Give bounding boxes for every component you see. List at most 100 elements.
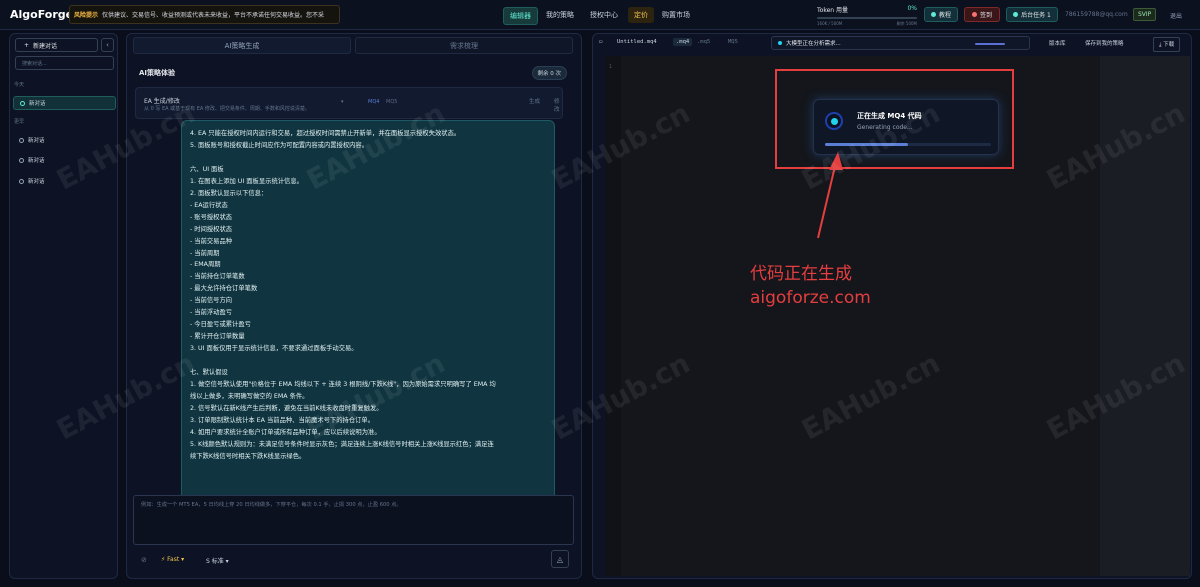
message-line: - EMA周期 <box>190 261 221 269</box>
message-line: 1. 做空信号默认使用"价格位于 EMA 均线以下 + 连续 3 根阴线/下跌K… <box>190 381 496 389</box>
new-chat-label: 新建对话 <box>33 42 58 50</box>
chat-title: 新对话 <box>28 138 45 144</box>
ea-subtitle: 从 0 写 EA 或基于现有 EA 修改、把交易条件、周期、手数和风控说清楚。 <box>144 106 310 112</box>
status-text: 大模型正在分析需求... <box>786 41 841 47</box>
nav-my-strategies[interactable]: 我的策略 <box>540 7 580 23</box>
message-line: 2. 面板默认显示以下信息： <box>190 189 268 197</box>
tab-ai-strategy[interactable]: AI策略生成 <box>133 37 351 54</box>
chat-search-input[interactable]: 搜索对话... <box>15 56 114 70</box>
chat-title: 新对话 <box>28 158 45 164</box>
message-line: - EA运行状态 <box>190 201 228 209</box>
status-progress <box>975 43 1005 45</box>
message-line: - 当前信号方向 <box>190 297 233 305</box>
panel-header: AI策略体验 剩余 0 次 <box>133 64 573 82</box>
message-line: 4. 如用户要求统计全账户订单或所有品种订单，应以后续说明为准。 <box>190 428 381 436</box>
editor-toolbar: ▭ Untitled.mq4 .mq4 .mq5 MQ5 大模型正在分析需求..… <box>593 34 1191 52</box>
panel-title: AI策略体验 <box>139 69 176 77</box>
message-line: - 当前持仓订单笔数 <box>190 273 245 281</box>
token-label: Token 用量 <box>817 7 848 14</box>
logout-link[interactable]: 退出 <box>1170 11 1182 20</box>
file-name[interactable]: Untitled.mq4 <box>617 39 657 45</box>
nav-editor[interactable]: 编辑器 <box>503 7 538 25</box>
sign-in-button[interactable]: 签到 <box>964 7 1000 22</box>
version-button[interactable]: 版本库 <box>1049 39 1066 47</box>
chat-item[interactable]: 新对话 <box>13 153 116 167</box>
tasks-icon <box>1013 12 1019 17</box>
message-line: - 累计开仓订单数量 <box>190 333 245 341</box>
message-line: 六、UI 面板 <box>190 165 224 173</box>
ai-panel: AI策略生成 需求梳理 AI策略体验 剩余 0 次 EA 生成/修改 从 0 写… <box>126 33 582 579</box>
message-line: 2. 信号默认在新K线产生后判断，避免在当前K线未收盘时重复触发。 <box>190 404 383 412</box>
nav-pricing[interactable]: 定价 <box>628 7 654 23</box>
chat-icon <box>20 100 25 106</box>
model-selector[interactable]: ⚡ Fast ▾ <box>161 556 184 563</box>
message-line: - 今日盈亏或累计盈亏 <box>190 321 251 329</box>
group-today: 今天 <box>14 82 25 88</box>
plus-icon: + <box>24 41 30 49</box>
tab-requirements[interactable]: 需求梳理 <box>355 37 573 54</box>
tutorial-label: 教程 <box>938 12 951 19</box>
nav-market[interactable]: 购置市场 <box>656 7 696 23</box>
chat-item[interactable]: 新对话 <box>13 133 116 147</box>
send-icon: ◬ <box>556 554 564 564</box>
annotation-line-2: aigoforze.com <box>750 288 871 308</box>
line-number: 1 <box>609 64 613 70</box>
remaining-badge: 剩余 0 次 <box>531 66 567 80</box>
line-gutter <box>605 56 621 576</box>
risk-banner: 风险提示 仅供建议、交易信号、收益预测或代表未来收益，平台不承诺任何交易收益。您… <box>69 5 340 24</box>
message-line: - 当前浮动盈亏 <box>190 309 233 317</box>
mode-selector[interactable]: S 标准 ▾ <box>206 556 229 565</box>
chip-mq4[interactable]: MQ4 <box>364 97 383 107</box>
mode-label: S 标准 <box>206 558 224 565</box>
chat-item-active[interactable]: 新对话 <box>13 96 116 110</box>
model-label: Fast <box>167 556 180 563</box>
token-remaining: 剩余 500M <box>896 21 917 26</box>
assistant-message: 4. EA 只能在授权时间内运行和交易，超过授权时间需禁止开新单，并在面板显示授… <box>181 120 555 513</box>
message-line: - 时间授权状态 <box>190 225 233 233</box>
message-line: 七、默认假设 <box>190 369 228 377</box>
attach-icon[interactable]: ⊘ <box>141 556 147 564</box>
chat-icon <box>19 137 24 143</box>
risk-tag: 风险提示 <box>74 12 99 19</box>
chat-icon <box>19 178 24 184</box>
tutorial-icon <box>930 12 936 17</box>
mq5-toggle[interactable]: MQ5 <box>728 39 738 45</box>
nav-license-center[interactable]: 授权中心 <box>584 7 624 23</box>
chat-icon <box>19 157 24 163</box>
save-strategy-button[interactable]: 保存到我的策略 <box>1085 39 1124 47</box>
message-line: - 当前交易品种 <box>190 237 233 245</box>
ext-mq5[interactable]: .mq5 <box>697 39 710 45</box>
message-line: 3. UI 面板仅用于显示统计信息，不要求通过面板手动交易。 <box>190 345 358 353</box>
token-progress-bar <box>817 17 917 19</box>
download-button[interactable]: ⤓ 下载 <box>1153 37 1181 52</box>
annotation-text: 代码正在生成 aigoforze.com <box>750 262 871 310</box>
modify-button[interactable]: 修改 <box>554 97 562 113</box>
message-line: 5. 面板账号和授权截止时间应作为可配置内容或内置授权内容。 <box>190 141 369 149</box>
chevron-down-icon[interactable]: ▾ <box>341 99 344 105</box>
background-tasks-button[interactable]: 后台任务 1 <box>1006 7 1058 22</box>
generate-button[interactable]: 生成 <box>529 97 540 105</box>
group-earlier: 更早 <box>14 119 25 125</box>
app-logo[interactable]: AlgoForge <box>10 8 73 21</box>
analysis-status: 大模型正在分析需求... <box>771 36 1030 50</box>
token-used: 160K / 500M <box>817 21 843 26</box>
send-button[interactable]: ◬ <box>551 550 569 568</box>
ea-title: EA 生成/修改 <box>144 98 180 105</box>
tutorial-button[interactable]: 教程 <box>924 7 958 22</box>
chip-mq5[interactable]: MQ5 <box>382 97 401 107</box>
chat-item[interactable]: 新对话 <box>13 174 116 188</box>
ea-mode-card: EA 生成/修改 从 0 写 EA 或基于现有 EA 修改、把交易条件、周期、手… <box>135 87 563 119</box>
message-line: - 当前周期 <box>190 249 220 257</box>
new-chat-button[interactable]: + 新建对话 <box>15 38 98 52</box>
message-line: - 最大允许持仓订单笔数 <box>190 285 258 293</box>
message-line: 线以上做多，未明确写做空的 EMA 条件。 <box>190 392 309 400</box>
collapse-sidebar-button[interactable]: ‹ <box>101 38 114 52</box>
top-navbar: AlgoForge 风险提示 仅供建议、交易信号、收益预测或代表未来收益，平台不… <box>0 0 1200 30</box>
prompt-input[interactable]: 例如：生成一个 MT5 EA，5 日均线上穿 20 日均线做多，下穿平仓，每次 … <box>133 495 574 545</box>
message-line: 续下跌K线信号时相关下跌K线显示绿色。 <box>190 452 306 460</box>
message-line: 1. 在图表上添加 UI 面板显示统计信息。 <box>190 177 303 185</box>
message-line: 5. K线颜色默认规则为：未满足信号条件时显示灰色；满足连续上涨K线信号时相关上… <box>190 440 494 448</box>
ext-mq4[interactable]: .mq4 <box>673 38 693 46</box>
message-line: 4. EA 只能在授权时间内运行和交易，超过授权时间需禁止开新单，并在面板显示授… <box>190 130 461 137</box>
token-percent: 0% <box>907 5 917 12</box>
